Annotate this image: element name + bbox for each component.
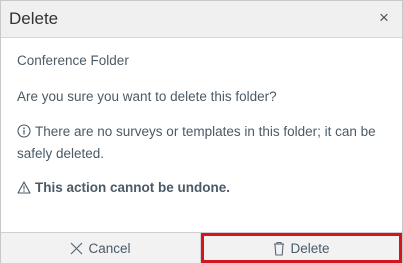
delete-button[interactable]: Delete bbox=[201, 233, 402, 263]
trash-icon bbox=[273, 241, 285, 256]
info-text: There are no surveys or templates in thi… bbox=[17, 124, 376, 161]
dialog-titlebar: Delete × bbox=[1, 1, 402, 38]
x-icon bbox=[70, 242, 83, 255]
info-message: There are no surveys or templates in thi… bbox=[17, 122, 377, 164]
delete-label: Delete bbox=[290, 240, 330, 256]
close-icon[interactable]: × bbox=[376, 9, 392, 27]
folder-name: Conference Folder bbox=[17, 53, 129, 68]
dialog-footer: Cancel Delete bbox=[1, 232, 402, 263]
warning-message: This action cannot be undone. bbox=[17, 178, 230, 200]
delete-dialog: Delete × Conference Folder Are you sure … bbox=[0, 0, 403, 263]
confirm-question: Are you sure you want to delete this fol… bbox=[17, 89, 277, 104]
info-circle-icon bbox=[17, 124, 31, 144]
cancel-label: Cancel bbox=[88, 240, 131, 256]
warning-text: This action cannot be undone. bbox=[35, 180, 231, 195]
cancel-button[interactable]: Cancel bbox=[1, 233, 201, 263]
warning-triangle-icon bbox=[17, 180, 31, 200]
dialog-title: Delete bbox=[9, 9, 59, 28]
